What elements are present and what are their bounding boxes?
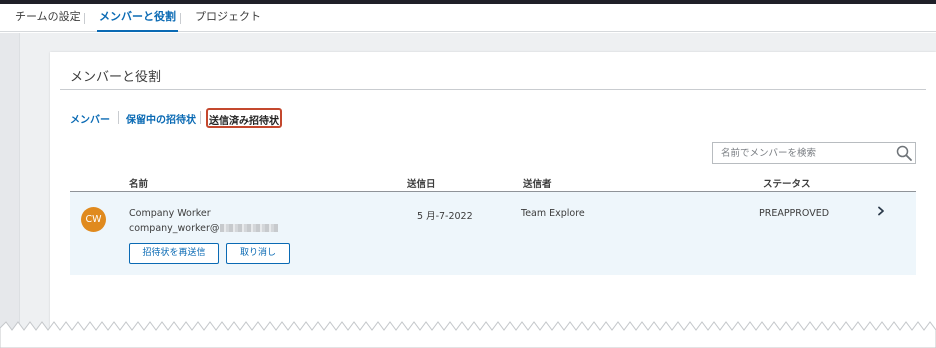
column-header-sender[interactable]: 送信者 — [523, 176, 552, 190]
column-header-status[interactable]: ステータス — [763, 176, 811, 190]
chevron-right-icon[interactable] — [875, 205, 887, 217]
tab-divider — [180, 13, 181, 24]
member-search-box[interactable] — [712, 142, 916, 164]
subtab-divider — [118, 111, 119, 124]
settings-tab-bar: チームの設定 メンバーと役割 プロジェクト — [0, 4, 936, 32]
left-sidebar — [0, 33, 20, 348]
invitee-email-text: company_worker@ — [129, 223, 220, 234]
torn-edge-decoration — [0, 321, 936, 348]
resend-invitation-button[interactable]: 招待状を再送信 — [129, 243, 219, 264]
tab-divider — [84, 13, 85, 24]
subtab-members[interactable]: メンバー — [70, 111, 110, 126]
invitee-email: company_worker@ — [129, 223, 279, 234]
search-icon[interactable] — [895, 144, 913, 162]
column-header-sent-date[interactable]: 送信日 — [407, 176, 436, 190]
member-search-input[interactable] — [713, 143, 889, 163]
sender-name: Team Explore — [521, 208, 585, 219]
tab-team-settings[interactable]: チームの設定 — [15, 4, 81, 32]
avatar: CW — [81, 207, 106, 232]
subtab-divider — [200, 111, 201, 124]
column-header-name[interactable]: 名前 — [129, 176, 148, 190]
sent-date: 5 月-7-2022 — [417, 211, 473, 222]
subtab-sent-invitations[interactable]: 送信済み招待状 — [206, 108, 282, 128]
tab-members-and-roles[interactable]: メンバーと役割 — [97, 4, 178, 32]
tab-projects[interactable]: プロジェクト — [195, 4, 261, 32]
invitee-name: Company Worker — [129, 208, 211, 219]
title-divider — [60, 89, 926, 90]
status-badge: PREAPPROVED — [759, 208, 830, 219]
cancel-invitation-button[interactable]: 取り消し — [226, 243, 290, 264]
subtab-pending-invitations[interactable]: 保留中の招待状 — [126, 111, 196, 126]
page-title: メンバーと役割 — [70, 70, 162, 85]
redacted-email-domain — [220, 224, 279, 232]
